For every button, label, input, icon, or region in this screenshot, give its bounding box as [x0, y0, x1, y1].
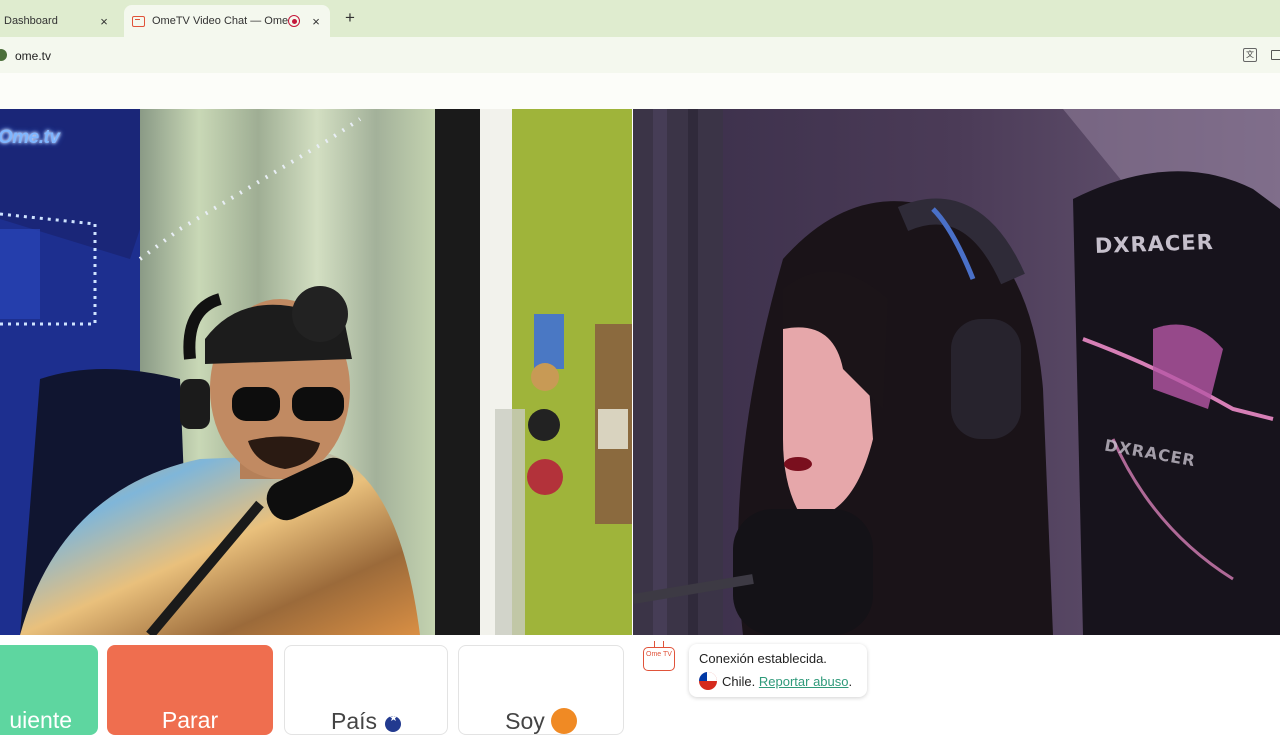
- tab-dashboard[interactable]: Dashboard ×: [0, 5, 118, 37]
- next-button-label: uiente: [9, 707, 72, 733]
- report-suffix: .: [848, 673, 853, 689]
- new-tab-button[interactable]: +: [340, 8, 360, 28]
- translate-icon[interactable]: 文: [1243, 48, 1257, 62]
- tab-ometv[interactable]: OmeTV Video Chat — Ome ×: [124, 5, 330, 37]
- chair-brand-top: DXRACER: [1094, 230, 1214, 258]
- country-button[interactable]: País: [284, 645, 448, 735]
- gender-icon: [550, 708, 577, 734]
- world-flag-icon: [385, 716, 402, 732]
- close-icon[interactable]: ×: [308, 14, 324, 29]
- report-abuse-link[interactable]: Reportar abuso: [759, 674, 849, 689]
- ometv-watermark: Ome.tv: [0, 127, 60, 148]
- ometv-logo-icon: Ome TV: [643, 647, 675, 671]
- close-icon[interactable]: ×: [96, 14, 112, 29]
- page-top-area: [0, 73, 1280, 109]
- system-message: Conexión establecida. Chile. Reportar ab…: [689, 644, 867, 697]
- cast-icon[interactable]: [1271, 50, 1280, 60]
- stop-button-label: Parar: [161, 707, 219, 733]
- remote-video-scene: DXRACER DXRACER: [633, 109, 1280, 635]
- recording-icon: [288, 15, 300, 27]
- next-button[interactable]: uiente: [0, 645, 98, 735]
- tab-title: Dashboard: [4, 15, 58, 27]
- connection-status: Conexión establecida.: [699, 651, 827, 666]
- country-name: Chile.: [722, 673, 756, 689]
- gender-button[interactable]: Soy: [458, 645, 624, 735]
- tab-title: OmeTV Video Chat — Ome: [152, 15, 288, 27]
- address-bar: ome.tv 文: [0, 37, 1280, 73]
- country-line: Chile. Reportar abuso.: [699, 672, 857, 690]
- tab-strip: Dashboard × OmeTV Video Chat — Ome × +: [0, 0, 1280, 37]
- chat-panel: Ome TV Conexión establecida. Chile. Repo…: [633, 635, 1280, 720]
- chile-flag-icon: [699, 672, 717, 690]
- url-field[interactable]: ome.tv: [15, 49, 51, 63]
- stop-button[interactable]: Parar: [107, 645, 273, 735]
- gender-button-label: Soy: [505, 708, 545, 734]
- country-button-label: País: [330, 708, 378, 734]
- chat-controls: uiente Parar País Soy: [0, 635, 632, 735]
- local-video-scene: [0, 109, 632, 635]
- remote-video: DXRACER DXRACER: [633, 109, 1280, 635]
- local-video: Ome.tv: [0, 109, 632, 635]
- ometv-favicon-icon: [132, 15, 145, 27]
- site-info-icon[interactable]: [0, 49, 7, 61]
